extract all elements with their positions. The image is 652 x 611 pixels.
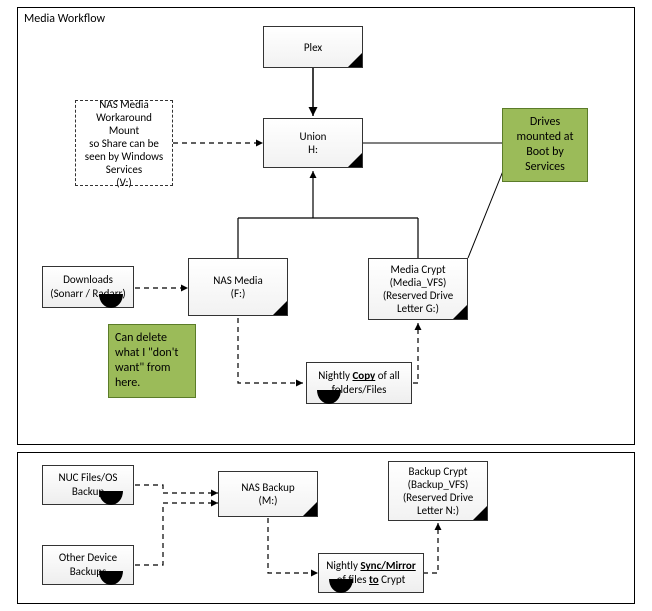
node-nas-backup: NAS Backup (M:)	[218, 471, 318, 517]
workflow-panel-bottom: NUC Files/OS Backup Other Device Backups…	[17, 452, 635, 604]
plex-label: Plex	[304, 41, 322, 54]
nas-media-drive: (F:)	[231, 287, 246, 300]
node-backup-crypt: Backup Crypt (Backup_VFS) (Reserved Driv…	[388, 461, 488, 521]
page-curl-icon	[99, 294, 123, 308]
fold-icon	[273, 301, 287, 315]
node-media-crypt: Media Crypt (Media_VFS) (Reserved Drive …	[368, 258, 468, 320]
page-curl-icon	[99, 491, 123, 505]
workflow-panel-top: Media Workflow Plex NAS Medi	[17, 7, 635, 445]
page-curl-icon	[317, 390, 341, 404]
node-nuc-backup: NUC Files/OS Backup	[42, 465, 134, 505]
panel-title: Media Workflow	[24, 12, 105, 26]
node-nas-media: NAS Media (F:)	[188, 258, 288, 316]
page-curl-icon	[99, 571, 123, 585]
fold-icon	[473, 506, 487, 520]
fold-icon	[348, 153, 362, 167]
fold-icon	[453, 305, 467, 319]
node-nightly-copy: Nightly Copy of all folders/Files	[306, 362, 412, 404]
union-drive-label: H:	[308, 143, 318, 156]
node-downloads: Downloads (Sonarr / Radarr)	[42, 266, 134, 308]
node-nas-mount: NAS Media Workaround Mount so Share can …	[75, 100, 173, 186]
callout-drives-mounted: Drives mounted at Boot by Services	[502, 108, 588, 182]
nas-mount-text: NAS Media Workaround Mount so Share can …	[80, 98, 168, 189]
fold-icon	[303, 502, 317, 516]
callout-can-delete: Can delete what I "don't want" from here…	[108, 324, 196, 398]
node-other-backups: Other Device Backups	[42, 545, 134, 585]
node-nightly-sync: Nightly Sync/Mirror of files to Crypt	[318, 553, 424, 593]
node-plex: Plex	[263, 26, 363, 68]
fold-icon	[348, 53, 362, 67]
node-union: Union H:	[263, 118, 363, 168]
page-curl-icon	[329, 579, 353, 593]
nas-media-label: NAS Media	[213, 274, 262, 287]
union-label: Union	[300, 130, 327, 143]
